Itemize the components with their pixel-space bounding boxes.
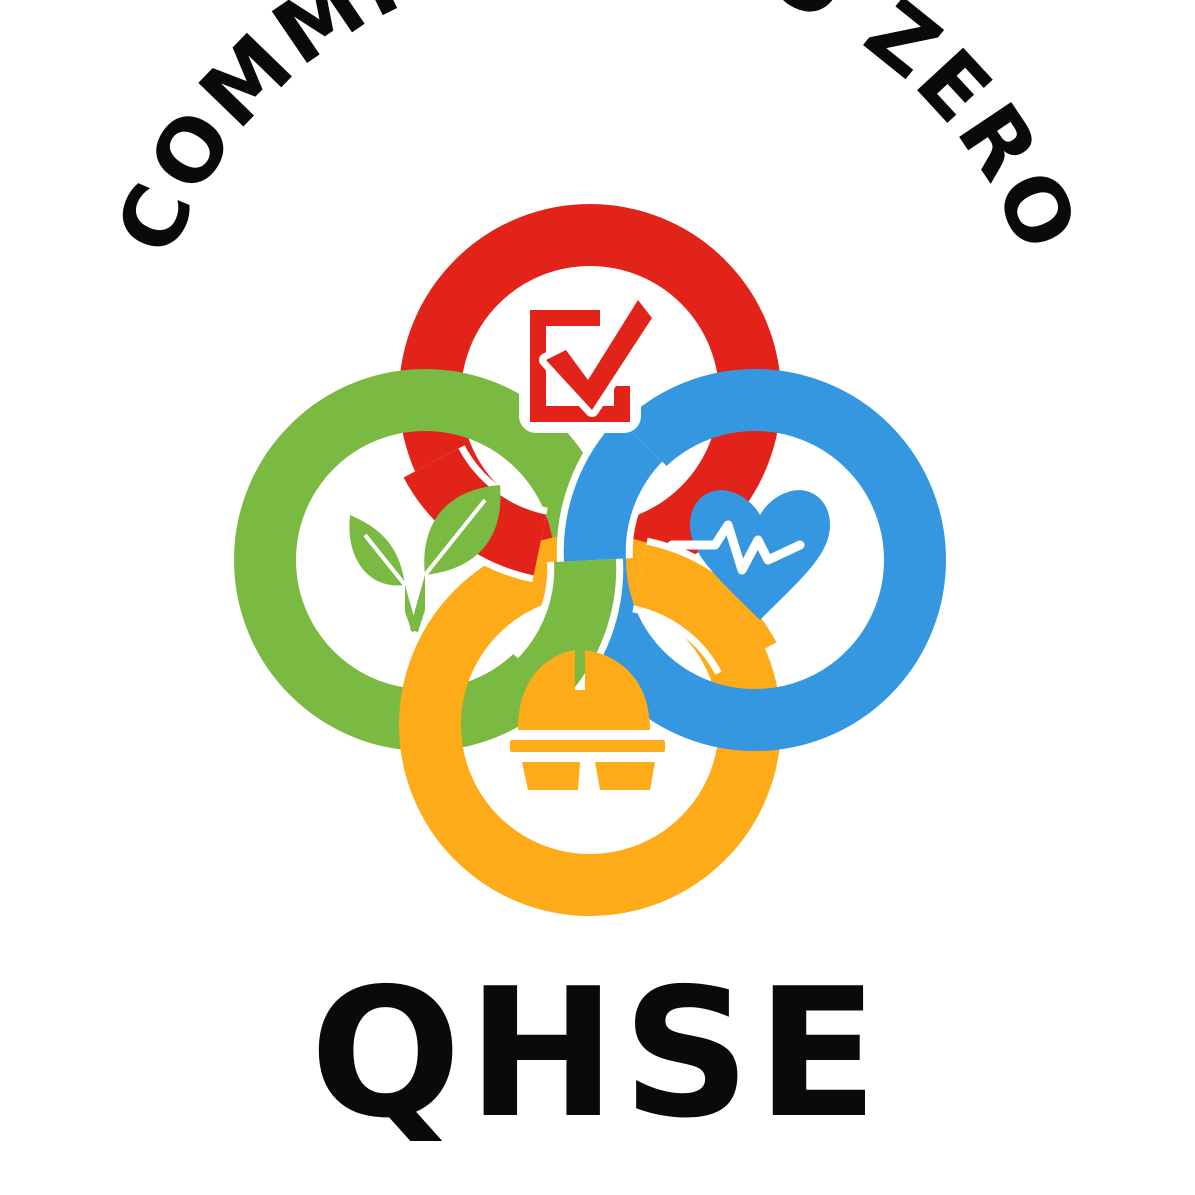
checkbox-check-icon xyxy=(519,293,659,433)
qhse-logo: COMMITTED TO ZERO xyxy=(97,0,1093,1157)
brand-text: QHSE xyxy=(310,950,884,1157)
